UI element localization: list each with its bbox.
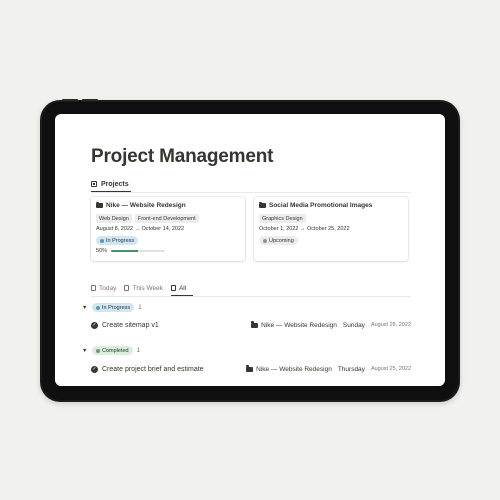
folder-icon bbox=[251, 321, 259, 328]
status-badge: Upcoming bbox=[259, 236, 298, 245]
app-screen: Project Management Projects Nike — Websi… bbox=[55, 114, 445, 386]
group-count: 1 bbox=[138, 304, 142, 311]
task-project-label: Nike — Website Redesign bbox=[261, 321, 337, 329]
folder-icon bbox=[259, 201, 266, 208]
progress-bar bbox=[111, 249, 166, 253]
status-dot-icon bbox=[96, 305, 100, 310]
card-title: Nike — Website Redesign bbox=[96, 201, 186, 209]
card-title-text: Nike — Website Redesign bbox=[106, 202, 186, 209]
progress-row: 50% bbox=[96, 248, 166, 254]
group-count: 1 bbox=[136, 347, 141, 354]
task-date: August 25, 2022 bbox=[370, 366, 411, 372]
tag: Front-end Development bbox=[134, 214, 199, 223]
status-badge: Completed bbox=[92, 346, 133, 355]
status-dot-icon bbox=[263, 238, 267, 243]
tab-label: All bbox=[178, 284, 187, 292]
status-label: Upcoming bbox=[269, 237, 294, 244]
project-card[interactable]: Nike — Website Redesign Web Design Front… bbox=[91, 197, 245, 261]
task-name: ✓ Create project brief and estimate bbox=[91, 365, 204, 373]
task-title: Create sitemap v1 bbox=[102, 321, 159, 329]
tab-today[interactable]: Today bbox=[91, 282, 116, 294]
task-title: Create project brief and estimate bbox=[102, 365, 204, 373]
status-dot-icon bbox=[96, 348, 100, 353]
caret-down-icon[interactable]: ▼ bbox=[82, 348, 88, 354]
task-tabs: Today This Week All bbox=[91, 282, 186, 294]
card-title: Social Media Promotional Images bbox=[259, 201, 373, 209]
progress-bar-fill bbox=[111, 249, 139, 253]
task-project[interactable]: Nike — Website Redesign bbox=[251, 321, 337, 329]
task-meta: Nike — Website Redesign Thursday August … bbox=[246, 365, 411, 373]
view-tab-label: Projects bbox=[101, 180, 129, 188]
date-range: October 1, 2022 → October 25, 2022 bbox=[259, 226, 350, 232]
task-day: Thursday bbox=[337, 365, 365, 373]
tag: Web Design bbox=[96, 214, 132, 223]
folder-icon bbox=[96, 201, 103, 208]
caret-down-icon[interactable]: ▼ bbox=[82, 305, 88, 311]
task-name: ✓ Create sitemap v1 bbox=[91, 321, 159, 329]
task-meta: Nike — Website Redesign Sunday August 28… bbox=[251, 321, 411, 329]
card-title-text: Social Media Promotional Images bbox=[269, 202, 373, 209]
check-circle-icon: ✓ bbox=[91, 321, 98, 329]
group-header-in-progress[interactable]: ▼ In Progress 1 bbox=[82, 303, 142, 312]
tab-this-week[interactable]: This Week bbox=[124, 282, 163, 294]
gallery-icon bbox=[91, 181, 97, 187]
divider bbox=[91, 192, 411, 193]
group-header-completed[interactable]: ▼ Completed 1 bbox=[82, 346, 140, 355]
status-badge: In Progress bbox=[96, 236, 139, 245]
tablet-volume-button bbox=[82, 99, 98, 101]
view-tab-projects[interactable]: Projects bbox=[91, 177, 129, 191]
status-badge: In Progress bbox=[92, 303, 135, 312]
tag-list: Web Design Front-end Development bbox=[96, 214, 199, 223]
task-row[interactable]: ✓ Create sitemap v1 Nike — Website Redes… bbox=[91, 319, 411, 331]
task-project[interactable]: Nike — Website Redesign bbox=[246, 365, 332, 373]
check-circle-icon: ✓ bbox=[91, 365, 98, 373]
tag: Graphics Design bbox=[259, 214, 306, 223]
list-icon bbox=[170, 285, 176, 291]
task-row[interactable]: ✓ Create project brief and estimate Nike… bbox=[91, 363, 411, 375]
page-title: Project Management bbox=[91, 146, 274, 167]
calendar-icon bbox=[91, 285, 96, 291]
task-day: Sunday bbox=[342, 321, 365, 329]
folder-icon bbox=[246, 365, 254, 372]
tablet-volume-button bbox=[62, 99, 78, 101]
tab-all[interactable]: All bbox=[170, 282, 187, 294]
task-date: August 28, 2022 bbox=[370, 322, 411, 328]
status-dot-icon bbox=[100, 238, 104, 243]
status-label: In Progress bbox=[102, 304, 131, 311]
tab-label: This Week bbox=[132, 284, 163, 292]
divider bbox=[91, 296, 411, 297]
progress-label: 50% bbox=[96, 248, 108, 254]
status-label: Completed bbox=[102, 347, 129, 354]
status-label: In Progress bbox=[106, 237, 135, 244]
tag-list: Graphics Design bbox=[259, 214, 306, 223]
project-card[interactable]: Social Media Promotional Images Graphics… bbox=[254, 197, 408, 261]
date-range: August 8, 2022 → October 14, 2022 bbox=[96, 226, 185, 232]
task-project-label: Nike — Website Redesign bbox=[256, 365, 332, 373]
tab-label: Today bbox=[99, 284, 117, 292]
calendar-icon bbox=[124, 285, 130, 291]
